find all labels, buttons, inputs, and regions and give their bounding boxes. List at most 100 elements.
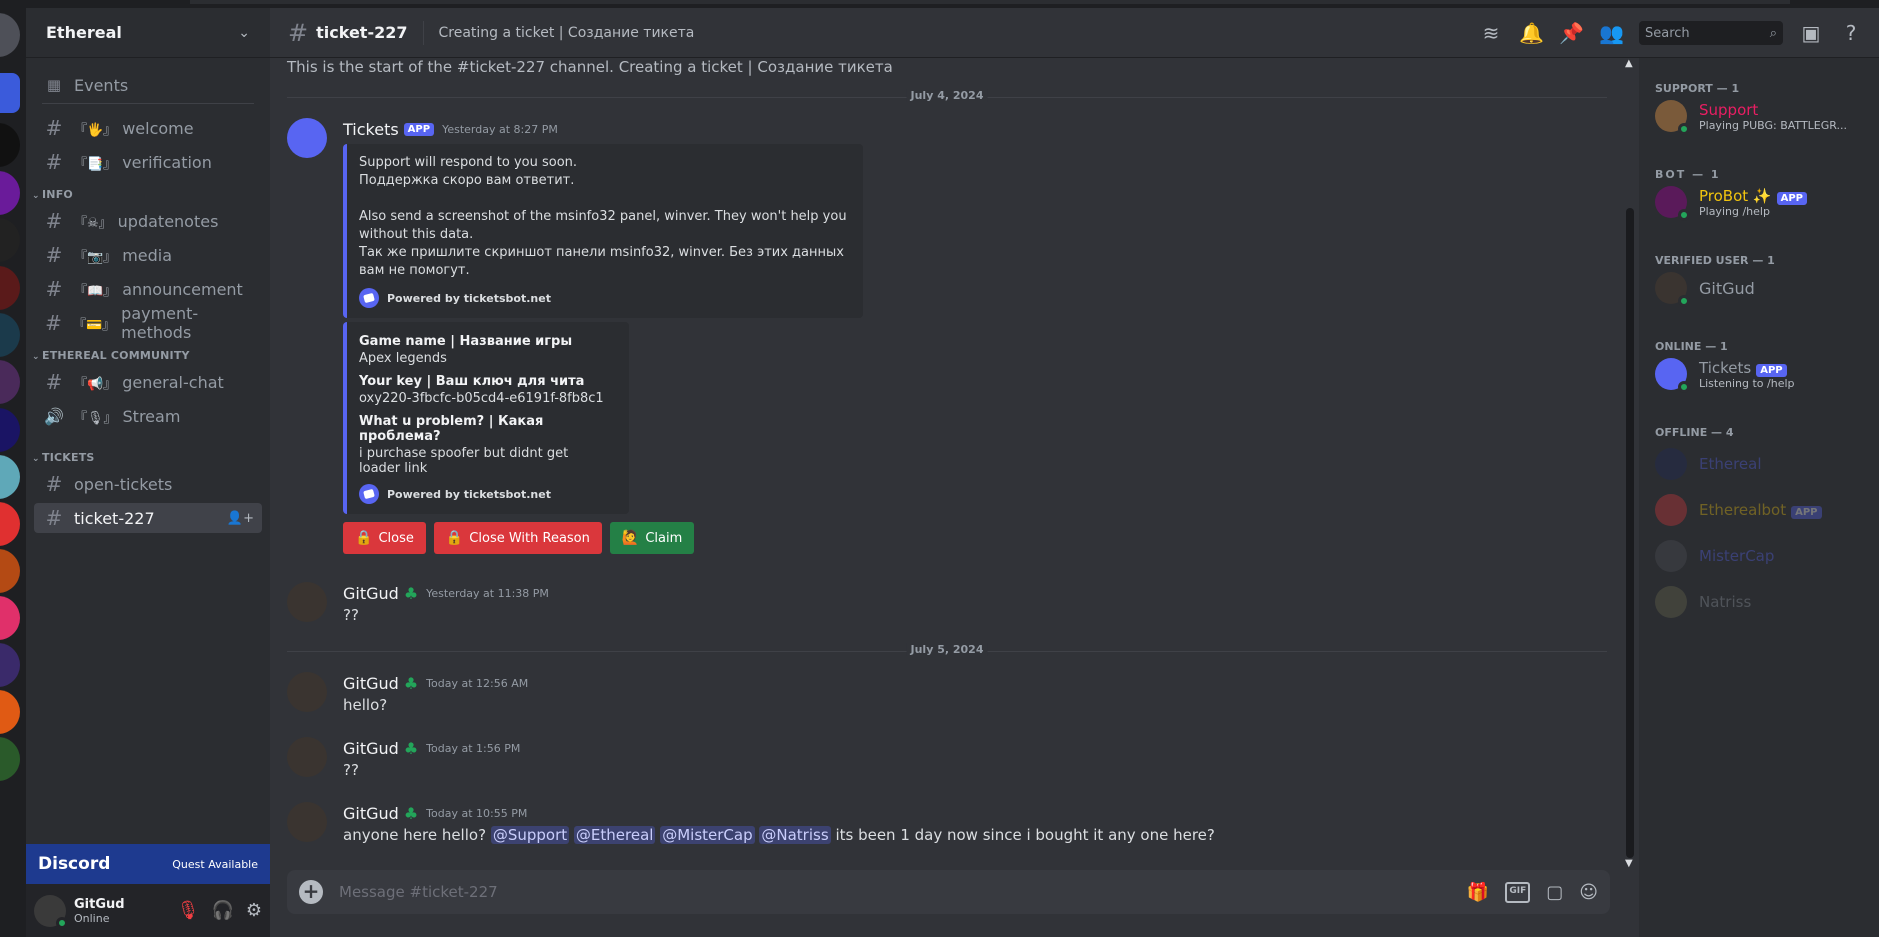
sticker-icon[interactable]: ▢ <box>1546 882 1563 903</box>
scroll-thumb[interactable] <box>1626 208 1634 858</box>
emoji-icon[interactable]: ☺ <box>1579 882 1598 903</box>
footer-text: Powered by ticketsbot.net <box>387 487 551 501</box>
chevron-down-icon[interactable]: ⌄ <box>238 25 250 41</box>
server-icon[interactable] <box>0 266 20 310</box>
message-composer[interactable]: + Message #ticket-227 🎁 GIF ▢ ☺ <box>287 870 1610 914</box>
gear-icon[interactable]: ⚙ <box>246 900 262 921</box>
plus-icon[interactable]: + <box>299 880 323 904</box>
server-icon[interactable] <box>0 690 20 734</box>
server-icon[interactable] <box>0 171 20 215</box>
home-server-icon[interactable] <box>0 13 20 57</box>
lock-icon: 🔒 <box>445 530 464 546</box>
help-icon[interactable]: ? <box>1839 21 1863 45</box>
mention[interactable]: @Support <box>490 826 570 844</box>
member-item[interactable]: Ethereal <box>1655 442 1875 486</box>
date-separator: July 5, 2024 <box>287 643 1607 656</box>
inbox-icon[interactable]: ▣ <box>1799 21 1823 45</box>
user-info[interactable]: GitGud Online <box>74 897 125 925</box>
category-info[interactable]: ⌄ INFO <box>32 188 73 201</box>
member-item[interactable]: GitGud <box>1655 266 1875 310</box>
category-ethereal-community[interactable]: ⌄ ETHEREAL COMMUNITY <box>32 349 190 362</box>
scroll-down-icon[interactable]: ▼ <box>1625 858 1633 869</box>
author-name[interactable]: GitGud <box>343 804 399 823</box>
server-icon[interactable] <box>0 73 20 113</box>
author-name[interactable]: GitGud <box>343 739 399 758</box>
add-member-icon[interactable]: 👤+ <box>227 511 254 526</box>
members-icon[interactable]: 👥 <box>1599 21 1624 45</box>
avatar <box>1655 100 1690 135</box>
close-with-reason-button[interactable]: 🔒 Close With Reason <box>433 522 602 554</box>
channel-verification[interactable]: # 『📑』 verification <box>34 147 262 177</box>
server-icon[interactable] <box>0 408 20 452</box>
mention[interactable]: @Natriss <box>759 826 831 844</box>
member-item[interactable]: Support Playing PUBG: BATTLEGR... <box>1655 94 1875 138</box>
server-icon[interactable] <box>0 643 20 687</box>
server-icon[interactable] <box>0 123 20 167</box>
scrollbar[interactable]: ▲ ▼ <box>1622 58 1638 869</box>
message-body: GitGud ♣ Yesterday at 11:38 PM ?? <box>343 582 1607 626</box>
footer-text: Powered by ticketsbot.net <box>387 291 551 305</box>
close-button[interactable]: 🔒 Close <box>343 522 426 554</box>
quest-banner[interactable]: Discord Quest Available <box>26 844 270 884</box>
member-item[interactable]: MisterCap <box>1655 534 1875 578</box>
claim-button[interactable]: 🙋 Claim <box>609 522 695 554</box>
member-item[interactable]: Natriss <box>1655 580 1875 624</box>
mic-muted-icon[interactable]: 🎙 <box>177 900 200 921</box>
channel-media[interactable]: # 『📷』 media <box>34 240 262 270</box>
server-icon[interactable] <box>0 596 20 640</box>
user-panel: GitGud Online 🎙 🎧 ⚙ <box>26 884 270 937</box>
headphones-deafened-icon[interactable]: 🎧 <box>211 900 233 921</box>
avatar[interactable] <box>287 672 327 712</box>
channel-welcome[interactable]: # 『🖐』 welcome <box>34 113 262 143</box>
channel-stream[interactable]: 🔊 『🎙』 Stream <box>34 401 262 431</box>
gif-icon[interactable]: GIF <box>1505 881 1531 903</box>
channel-ticket-227[interactable]: # ticket-227 👤+ <box>34 503 262 533</box>
avatar[interactable] <box>287 582 327 622</box>
embed-line: Also send a screenshot of the msinfo32 p… <box>359 209 847 242</box>
author-name[interactable]: GitGud <box>343 674 399 693</box>
avatar[interactable] <box>287 802 327 842</box>
avatar <box>1655 358 1690 393</box>
server-icon[interactable] <box>0 360 20 404</box>
author-name[interactable]: GitGud <box>343 584 399 603</box>
avatar[interactable] <box>287 118 327 158</box>
member-item[interactable]: Tickets APP Listening to /help <box>1655 352 1875 396</box>
server-icon[interactable] <box>0 502 20 546</box>
pin-icon[interactable]: 📌 <box>1559 21 1584 45</box>
member-item[interactable]: Etherealbot APP <box>1655 488 1875 532</box>
server-icon[interactable] <box>0 737 20 781</box>
search-icon: ⌕ <box>1769 25 1777 41</box>
avatar <box>1655 272 1690 307</box>
server-icon[interactable] <box>0 549 20 593</box>
events-item[interactable]: ▦ Events <box>34 70 262 100</box>
channel-open-tickets[interactable]: # open-tickets <box>34 469 262 499</box>
server-icon[interactable] <box>0 455 20 499</box>
avatar[interactable] <box>287 737 327 777</box>
avatar <box>1655 540 1687 572</box>
author-name[interactable]: Tickets <box>343 120 399 139</box>
server-icon[interactable] <box>0 218 20 262</box>
channel-payment-methods[interactable]: # 『💳』 payment-methods <box>34 304 262 342</box>
avatar[interactable] <box>34 894 68 929</box>
channel-general-chat[interactable]: # 『📢』 general-chat <box>34 367 262 397</box>
gift-icon[interactable]: 🎁 <box>1467 882 1489 903</box>
scroll-up-icon[interactable]: ▲ <box>1625 58 1633 69</box>
member-name: Support <box>1699 100 1759 119</box>
threads-icon[interactable]: ≋ <box>1479 21 1503 45</box>
member-item[interactable]: ProBot ✨ APP Playing /help <box>1655 180 1875 224</box>
mention[interactable]: @Ethereal <box>573 826 656 844</box>
guild-header[interactable]: Ethereal ⌄ <box>26 8 270 58</box>
app-badge: APP <box>1791 506 1822 519</box>
category-tickets[interactable]: ⌄ TICKETS <box>32 451 95 464</box>
server-icon[interactable] <box>0 313 20 357</box>
search-input[interactable]: Search ⌕ <box>1639 21 1783 45</box>
avatar <box>1655 448 1687 480</box>
channel-label: Stream <box>122 406 181 426</box>
channel-updatenotes[interactable]: # 『☠』 updatenotes <box>34 206 262 236</box>
mention[interactable]: @MisterCap <box>660 826 755 844</box>
bell-icon[interactable]: 🔔 <box>1519 21 1544 45</box>
channel-announcement[interactable]: # 『📖』 announcement <box>34 274 262 304</box>
member-activity: Listening to /help <box>1699 376 1795 390</box>
message-text: anyone here hello? @Support @Ethereal @M… <box>343 824 1607 846</box>
channel-topic[interactable]: Creating a ticket | Создание тикета <box>438 25 694 41</box>
